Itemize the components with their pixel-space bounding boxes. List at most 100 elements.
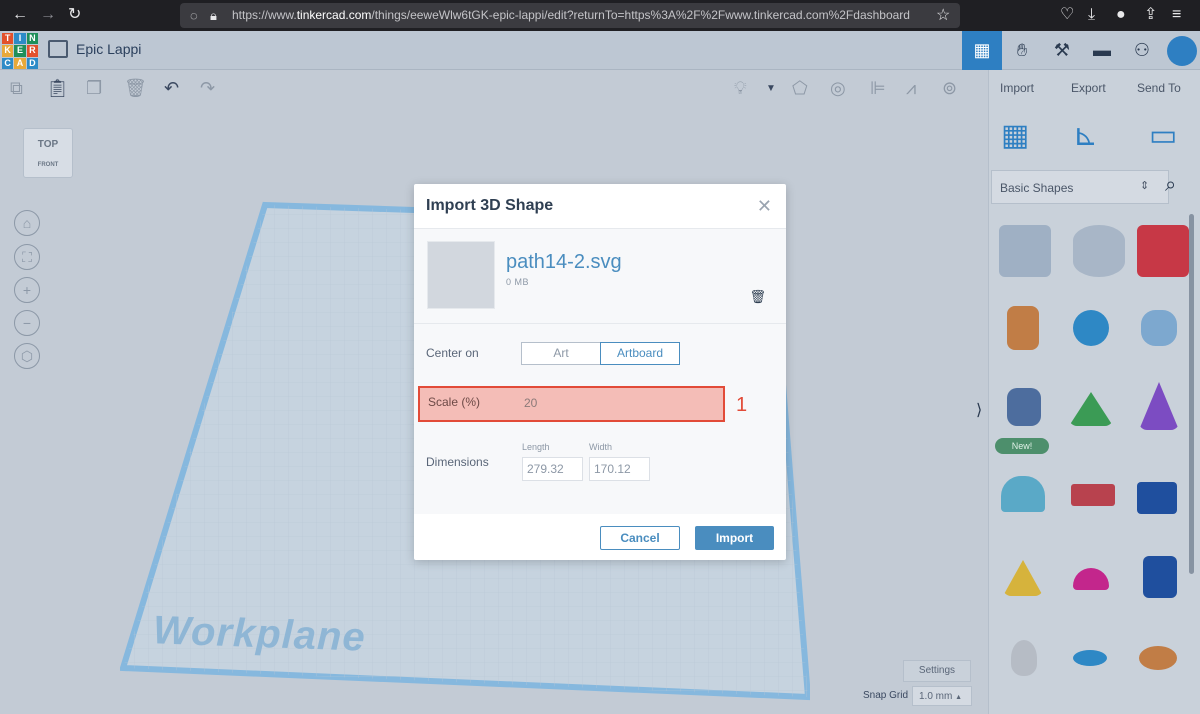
roof-shape[interactable] (1069, 392, 1113, 426)
panel-scrollbar[interactable] (1189, 214, 1194, 574)
collapse-panel-icon[interactable]: ⟩ (976, 400, 982, 420)
pocket-icon[interactable]: ♡ (1060, 5, 1074, 25)
box-shape[interactable] (1137, 225, 1189, 277)
tinkercad-logo[interactable]: T I N K E R C A D (2, 33, 38, 69)
3d-design-view-icon[interactable]: ▦ (962, 31, 1002, 70)
design-list-icon[interactable] (48, 40, 68, 58)
browser-toolbar: ← → ↻ ◌ 🔒︎ https://www.tinkercad.com/thi… (0, 0, 1200, 31)
view-cube-front-label: FRONT (37, 162, 59, 168)
menu-icon[interactable]: ≡ (1172, 5, 1181, 25)
forward-icon[interactable]: → (40, 5, 56, 25)
caret-up-icon: ▲ (955, 694, 963, 701)
perspective-icon[interactable]: ⬡ (14, 343, 40, 369)
close-icon[interactable]: ✕ (757, 196, 772, 217)
zoom-out-icon[interactable]: − (14, 310, 40, 336)
send-to-button[interactable]: Send To (1137, 81, 1181, 95)
dialog-footer: Cancel Import (414, 514, 786, 560)
import-button[interactable]: Import (1000, 81, 1034, 95)
sphere-shape[interactable] (1073, 310, 1109, 346)
center-artboard-button[interactable]: Artboard (600, 342, 680, 365)
text-shape[interactable] (1071, 484, 1115, 506)
light-bulb-icon[interactable]: 💡︎ (734, 78, 747, 99)
url-bar[interactable]: ◌ 🔒︎ https://www.tinkercad.com/things/ee… (180, 3, 960, 28)
group-icon[interactable]: ⬠ (792, 78, 808, 99)
new-badge: New! (995, 438, 1049, 454)
file-preview: path14-2.svg 0 MB 🗑︎ (414, 228, 786, 324)
scale-input[interactable]: 20 (524, 396, 537, 410)
round-roof-shape[interactable] (1001, 476, 1045, 512)
logo-letter: T (2, 33, 14, 45)
polygon-shape[interactable] (1137, 482, 1177, 514)
width-input[interactable]: 170.12 (589, 457, 650, 481)
export-button[interactable]: Export (1071, 81, 1106, 95)
sketch-shape[interactable] (1007, 388, 1041, 426)
undo-icon[interactable]: ↶ (164, 78, 179, 99)
logo-letter: D (26, 57, 38, 69)
dimensions-label: Dimensions (426, 455, 489, 469)
ruler-tool-icon[interactable]: ⊾ (1073, 118, 1098, 153)
paste-icon[interactable]: 📋︎ (46, 78, 69, 99)
duplicate-icon[interactable]: ❐ (86, 78, 102, 99)
torus-shape[interactable] (1073, 650, 1107, 666)
cylinder-hole-shape[interactable] (1073, 225, 1125, 277)
cancel-button[interactable]: Cancel (600, 526, 680, 550)
view-cube[interactable]: TOP FRONT (23, 128, 73, 178)
add-user-icon[interactable]: ⚇ (1122, 31, 1162, 70)
view-switcher: ▦ ✋︎ ⚒︎ ▬ ⚇ (962, 31, 1200, 70)
lego-view-icon[interactable]: ▬ (1082, 31, 1122, 70)
cruise-icon[interactable]: ⊚ (942, 78, 957, 99)
center-art-button[interactable]: Art (521, 342, 601, 365)
cone-shape[interactable] (1139, 382, 1179, 430)
half-sphere-shape[interactable] (1073, 568, 1109, 590)
cylinder-shape[interactable] (1007, 306, 1039, 350)
file-size: 0 MB (506, 277, 530, 287)
align-icon[interactable]: ⊫ (870, 78, 886, 99)
trash-icon[interactable]: 🗑︎ (749, 289, 766, 305)
search-icon[interactable]: ⌕ (1165, 174, 1176, 197)
shield-icon[interactable]: ◌ (190, 6, 198, 26)
snap-grid-select[interactable]: 1.0 mm ▲ (912, 686, 972, 706)
logo-letter: K (2, 45, 14, 57)
scale-highlight: Scale (%) 20 (418, 386, 725, 422)
dialog-title: Import 3D Shape (426, 197, 554, 214)
shape-category-select[interactable]: Basic Shapes ⇕ (991, 170, 1169, 204)
file-name: path14-2.svg (506, 251, 622, 273)
codeblocks-view-icon[interactable]: ⚒︎ (1042, 31, 1082, 70)
bookmark-star-icon[interactable]: ☆ (936, 6, 950, 26)
import-button[interactable]: Import (695, 526, 774, 550)
fit-view-icon[interactable]: ⛶ (14, 244, 40, 270)
width-label: Width (589, 442, 613, 452)
length-label: Length (522, 442, 550, 452)
logo-letter: R (26, 45, 38, 57)
url-text: https://www.tinkercad.com/things/eeweWlw… (232, 8, 910, 22)
scribble-shape[interactable] (1141, 310, 1177, 346)
circuits-view-icon[interactable]: ✋︎ (1002, 31, 1042, 70)
document-title[interactable]: Epic Lappi (76, 41, 141, 57)
ungroup-icon[interactable]: ◎ (830, 78, 846, 99)
share-icon[interactable]: ⇪ (1144, 5, 1157, 25)
redo-icon[interactable]: ↷ (200, 78, 215, 99)
select-arrows-icon: ⇕ (1140, 180, 1150, 192)
notes-tool-icon[interactable]: ▭ (1149, 118, 1177, 153)
reload-icon[interactable]: ↻ (68, 5, 81, 25)
chevron-down-icon[interactable]: ▼ (766, 83, 776, 94)
step-marker: 1 (736, 394, 748, 416)
download-icon[interactable]: ⤓ (1088, 5, 1095, 25)
box-hole-shape[interactable] (999, 225, 1051, 277)
tube-shape[interactable] (1139, 646, 1177, 670)
workplane-tool-icon[interactable]: ▦ (1001, 118, 1029, 153)
copy-icon[interactable]: ⧉ (10, 78, 23, 99)
length-input[interactable]: 279.32 (522, 457, 583, 481)
settings-button[interactable]: Settings (903, 660, 971, 682)
extension-icon[interactable]: ● (1116, 5, 1126, 25)
hexagonal-prism-shape[interactable] (1143, 556, 1177, 598)
mirror-icon[interactable]: ⩘ (906, 78, 916, 99)
pyramid-shape[interactable] (1003, 560, 1043, 596)
avatar[interactable] (1162, 31, 1200, 70)
home-view-icon[interactable]: ⌂ (14, 210, 40, 236)
back-icon[interactable]: ← (12, 5, 28, 25)
delete-icon[interactable]: 🗑︎ (124, 78, 147, 99)
scale-label: Scale (%) (428, 395, 481, 409)
zoom-in-icon[interactable]: + (14, 277, 40, 303)
paraboloid-shape[interactable] (1011, 640, 1037, 676)
